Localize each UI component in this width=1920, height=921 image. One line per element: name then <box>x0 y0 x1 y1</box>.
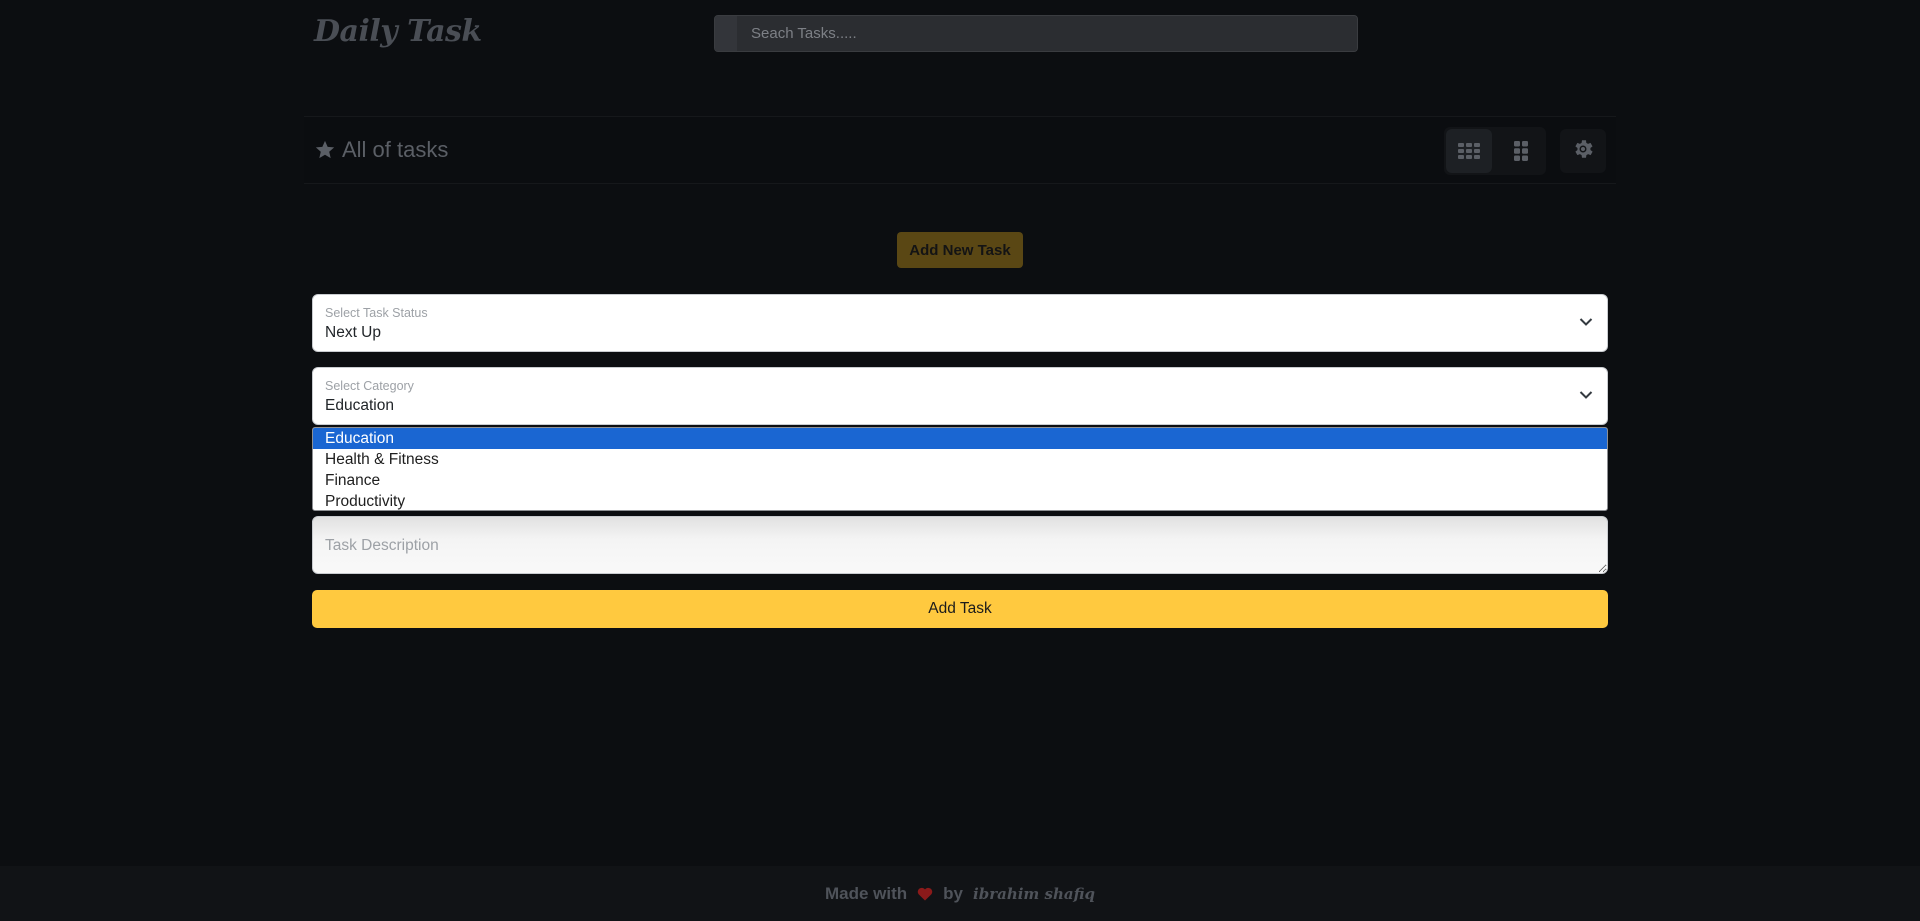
category-dropdown-list: Education Health & Fitness Finance Produ… <box>312 427 1608 511</box>
chevron-down-icon <box>1579 390 1593 400</box>
task-status-label: Select Task Status <box>325 306 428 320</box>
task-description-input[interactable] <box>312 516 1608 574</box>
footer-author[interactable]: ibrahim shafiq <box>973 885 1095 903</box>
gear-icon <box>1571 137 1595 166</box>
footer-by: by <box>943 883 964 903</box>
add-task-button[interactable]: Add Task <box>312 590 1608 628</box>
grid-2-view-button[interactable] <box>1498 129 1544 173</box>
search-bar <box>714 15 1358 52</box>
dropdown-option[interactable]: Health & Fitness <box>313 449 1607 470</box>
footer: Made with by ibrahim shafiq <box>0 866 1920 921</box>
grid-3x3-view-button[interactable] <box>1446 129 1492 173</box>
heart-icon <box>917 887 933 901</box>
section-header: All of tasks <box>304 116 1616 184</box>
footer-made-with: Made with <box>825 883 908 903</box>
app-logo[interactable]: Daily Task <box>314 14 482 49</box>
dropdown-option[interactable]: Education <box>313 428 1607 449</box>
top-bar: Daily Task <box>0 0 1920 70</box>
dropdown-option[interactable]: Finance <box>313 470 1607 491</box>
view-toggle <box>1444 127 1546 175</box>
task-status-select[interactable]: Select Task Status Next Up <box>312 294 1608 352</box>
category-select[interactable]: Select Category Education <box>312 367 1608 425</box>
section-title-text: All of tasks <box>342 137 449 162</box>
task-status-value: Next Up <box>325 324 381 341</box>
grid-2-icon <box>1514 141 1528 161</box>
grid-3x3-icon <box>1458 143 1480 159</box>
chevron-down-icon <box>1579 317 1593 327</box>
search-input[interactable] <box>737 16 1357 51</box>
add-new-task-button[interactable]: Add New Task <box>897 232 1023 268</box>
category-label: Select Category <box>325 379 414 393</box>
star-icon <box>314 139 336 161</box>
section-title: All of tasks <box>314 137 448 163</box>
search-accent <box>715 16 737 51</box>
dropdown-option[interactable]: Productivity <box>313 491 1607 510</box>
settings-button[interactable] <box>1560 129 1606 173</box>
category-value: Education <box>325 397 394 414</box>
